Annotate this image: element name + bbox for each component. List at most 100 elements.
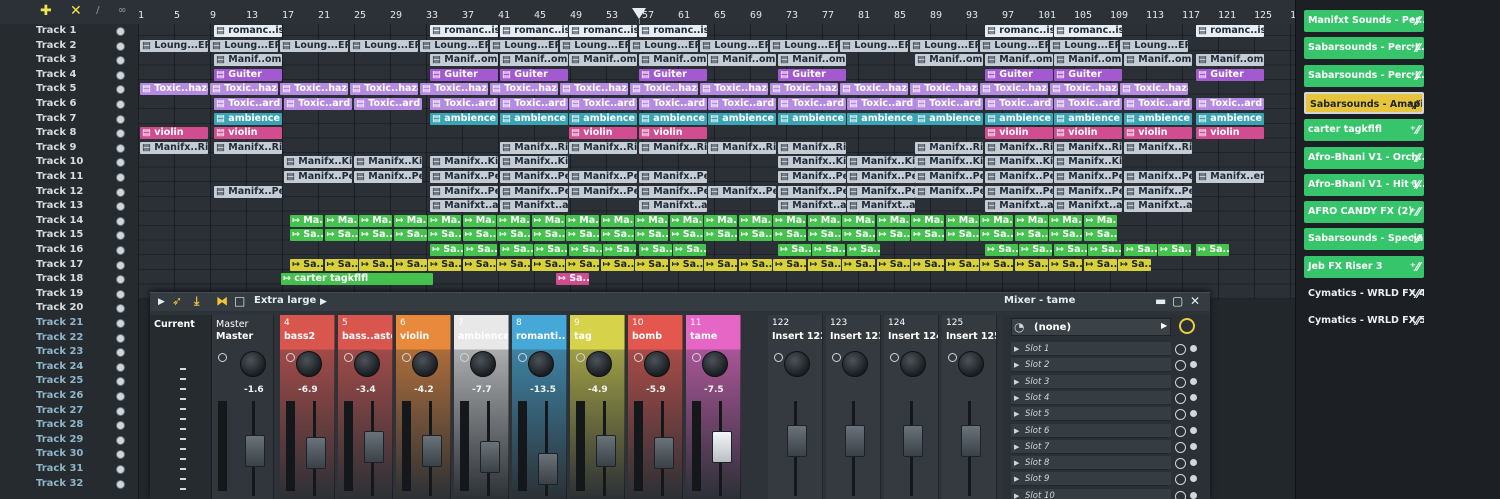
playlist-clip[interactable]: ▤ violin	[569, 127, 637, 140]
playlist-clip[interactable]: ↦ Sa..	[1049, 229, 1082, 242]
slot-enable-toggle[interactable]	[1190, 426, 1197, 434]
track-header[interactable]: Track 3	[0, 53, 138, 68]
track-header[interactable]: Track 4	[0, 68, 138, 83]
track-mute-toggle[interactable]	[116, 377, 125, 387]
playlist-clip[interactable]: ▤ Toxic..hazard	[770, 83, 838, 96]
playlist-clip[interactable]: ↦ Sa..	[773, 258, 806, 271]
playlist-clip[interactable]: ▤ Loung...EP-4	[490, 39, 558, 52]
playlist-clip[interactable]: ↦ Sa..	[497, 229, 530, 242]
slot-enable-toggle[interactable]	[1190, 345, 1197, 352]
playlist-clip[interactable]: ▤ Manifx..Perc 6	[639, 171, 707, 183]
playlist-clip[interactable]: ▤ Manifx..Perc 1	[778, 185, 846, 198]
playlist-clip[interactable]: ▤ Toxic..hazard	[980, 83, 1048, 96]
playlist-clip[interactable]: ▤ Manifx..Kick 1	[430, 156, 498, 169]
pan-knob[interactable]	[354, 351, 380, 377]
pencil-icon[interactable]: /	[96, 4, 100, 18]
playlist-clip[interactable]: ▤ Guiter	[430, 68, 498, 81]
playlist-clip[interactable]: ↦ Sa..	[842, 229, 875, 242]
playlist-clip[interactable]: ▤ ambience	[915, 112, 983, 125]
playlist-clip[interactable]: ▤ Manifx..Rim 4	[569, 141, 637, 154]
playlist-clip[interactable]: ▤ romanc..istle	[500, 25, 568, 37]
playlist-clip[interactable]: ▤ Loung...EP-4	[420, 39, 488, 52]
playlist-clip[interactable]: ▤ violin	[1196, 127, 1264, 140]
track-mute-toggle[interactable]	[116, 333, 125, 343]
playlist-clip[interactable]: ↦ Sa..	[1088, 244, 1121, 256]
playlist-clip[interactable]: ▤ ambience	[778, 112, 846, 125]
playlist-clip[interactable]: ▤ Manifx..Perc 6	[778, 171, 846, 183]
playlist-clip[interactable]: ↦ Sa..	[290, 229, 323, 242]
track-mute-toggle[interactable]	[116, 362, 125, 372]
playlist-clip[interactable]: ↦ Ma..	[393, 214, 427, 227]
playlist-clip[interactable]: ▤ Manifx..Rim 4	[708, 141, 776, 154]
mixer-layout-preset[interactable]: Extra large	[254, 295, 316, 306]
playlist-clip[interactable]: ▤ Manifxt..are 3	[847, 200, 915, 213]
playlist-clip[interactable]: ▤ ambience	[1196, 112, 1264, 125]
volume-fader[interactable]	[306, 437, 326, 469]
playlist-clip[interactable]: ↦ Ma..	[497, 214, 530, 227]
mixer-channel[interactable]: 5 bass..aster -3.4	[338, 315, 393, 499]
playlist-clip[interactable]: ▤ Manifx..Kick 1	[500, 156, 568, 169]
playlist-clip[interactable]: ↦ Sa..	[1196, 244, 1229, 256]
track-mute-toggle[interactable]	[116, 70, 125, 80]
playlist-clip[interactable]: ↦ Ma..	[773, 214, 806, 227]
master-strip[interactable]: Master Master -1.6	[212, 315, 274, 499]
slot-mix-knob[interactable]	[1175, 392, 1186, 404]
playlist-clip[interactable]: ▤ Toxic..ard #2	[639, 98, 707, 110]
slot-mix-knob[interactable]	[1175, 360, 1186, 372]
playlist-clip[interactable]: ▤ Guiter	[778, 68, 846, 81]
playlist-clip[interactable]: ▤ ambience	[847, 112, 915, 125]
playlist-clip[interactable]: ▤ Manif..om 5	[214, 54, 282, 67]
slot-mix-knob[interactable]	[1175, 425, 1186, 437]
track-header[interactable]: Track 32	[0, 477, 138, 492]
track-header[interactable]: Track 22	[0, 331, 138, 346]
track-mute-toggle[interactable]	[116, 348, 125, 358]
mixer-channel[interactable]: 8 romanti..istle -13.5	[512, 315, 567, 499]
browser-sample-item[interactable]: Manifxt Sounds - Per... ⁺⁄⁄	[1304, 10, 1424, 32]
volume-fader[interactable]	[787, 425, 807, 457]
playlist-clip[interactable]: ↦ Sa..	[464, 244, 497, 256]
playlist-clip[interactable]: ↦ Ma..	[669, 214, 703, 227]
effect-slot[interactable]: Slot 9	[1011, 472, 1171, 487]
playlist-clip[interactable]: ▤ Manifx..Perc 1	[639, 185, 707, 198]
playlist-clip[interactable]: ↦ Sa..	[569, 244, 602, 256]
playlist-clip[interactable]: ↦ Sa..	[704, 229, 737, 242]
browser-sample-item[interactable]: Sabarsounds - Perc L... ⁺⁄⁄	[1304, 37, 1424, 60]
playlist-clip[interactable]: ▤ ambience	[1054, 112, 1122, 125]
track-mute-toggle[interactable]	[116, 246, 125, 255]
playlist-clip[interactable]: ▤ Toxic..hazard	[910, 83, 978, 96]
track-mute-toggle[interactable]	[116, 41, 125, 51]
playlist-clip[interactable]: ↦ Sa..	[393, 258, 427, 271]
track-mute-toggle[interactable]	[116, 392, 125, 401]
track-header[interactable]: Track 21	[0, 316, 138, 331]
playlist-clip[interactable]: ▤ Guiter	[500, 68, 568, 81]
playlist-clip[interactable]: ↦ Sa..	[669, 258, 703, 271]
playlist-clip[interactable]: ▤ Manifx..Rim 4	[140, 141, 208, 154]
track-mute-toggle[interactable]	[116, 129, 125, 139]
slot-mix-knob[interactable]	[1175, 458, 1186, 470]
playlist-clip[interactable]: ▤ Manifx..Perc 1	[430, 185, 498, 198]
browser-sample-item[interactable]: AFRO CANDY FX (2) ⁺⁄⁄	[1304, 201, 1424, 224]
effect-slot[interactable]: Slot 6	[1011, 423, 1171, 438]
playlist-clip[interactable]: ↦ Sa..	[876, 258, 910, 271]
playlist-clip[interactable]: ▤ Loung...EP-4	[560, 39, 628, 52]
playlist-clip[interactable]: ▤ Manifx..Rim 4	[985, 141, 1053, 154]
playlist-clip[interactable]: ▤ Manif..om 5	[1124, 54, 1192, 67]
playlist-clip[interactable]: ▤ Loung...EP-4	[700, 39, 768, 52]
playlist-clip[interactable]: ▤ Toxic..ard #2	[985, 98, 1053, 110]
playlist-clip[interactable]: ▤ Manifx..Perc 6	[569, 171, 637, 183]
pan-knob[interactable]	[644, 351, 670, 377]
playlist-clip[interactable]: ▤ Toxic..hazard	[140, 83, 208, 96]
playlist-clip[interactable]: ▤ ambience	[985, 112, 1053, 125]
playlist-clip[interactable]: ↦ Sa..	[807, 258, 841, 271]
playlist-clip[interactable]: ▤ Guiter	[985, 68, 1053, 81]
mixer-insert[interactable]: 125 Insert 125	[942, 315, 997, 499]
playlist-clip[interactable]: ▤ ambience	[500, 112, 568, 125]
playlist-clip[interactable]: ↦ Sa..	[911, 229, 944, 242]
playlist-clip[interactable]: ↦ Ma..	[324, 214, 358, 227]
pan-knob[interactable]	[528, 351, 554, 377]
volume-fader[interactable]	[538, 453, 558, 485]
track-mute-toggle[interactable]	[116, 406, 125, 416]
mixer-channel[interactable]: 4 bass2 -6.9	[280, 315, 335, 499]
track-mute-toggle[interactable]	[116, 202, 125, 212]
playlist-clip[interactable]: ↦ Sa..	[945, 258, 979, 271]
